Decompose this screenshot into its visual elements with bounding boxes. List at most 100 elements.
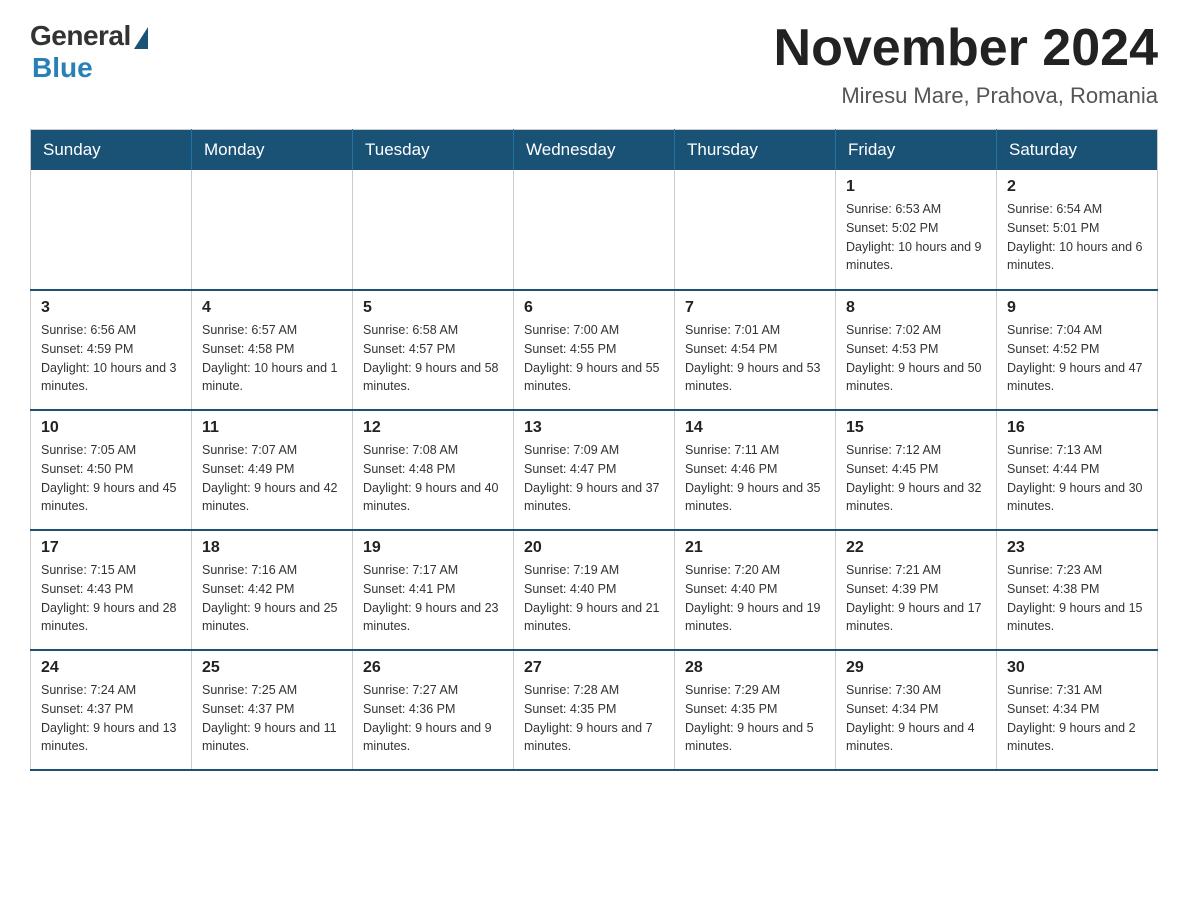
day-info: Sunrise: 6:54 AMSunset: 5:01 PMDaylight:… xyxy=(1007,200,1147,275)
day-info: Sunrise: 7:11 AMSunset: 4:46 PMDaylight:… xyxy=(685,441,825,516)
logo-triangle-icon xyxy=(134,27,148,49)
calendar-cell: 10 Sunrise: 7:05 AMSunset: 4:50 PMDayligh… xyxy=(31,410,192,530)
calendar-table: SundayMondayTuesdayWednesdayThursdayFrid… xyxy=(30,129,1158,771)
calendar-cell: 2 Sunrise: 6:54 AMSunset: 5:01 PMDaylight… xyxy=(997,170,1158,290)
day-info: Sunrise: 7:07 AMSunset: 4:49 PMDaylight:… xyxy=(202,441,342,516)
day-number: 4 xyxy=(202,299,342,317)
calendar-cell: 26Sunrise: 7:27 AMSunset: 4:36 PMDayligh… xyxy=(353,650,514,770)
day-number: 17 xyxy=(41,539,181,557)
calendar-cell: 19 Sunrise: 7:17 AMSunset: 4:41 PMDayligh… xyxy=(353,530,514,650)
day-info: Sunrise: 7:25 AMSunset: 4:37 PMDaylight:… xyxy=(202,681,342,756)
calendar-header-wednesday: Wednesday xyxy=(514,130,675,171)
calendar-header-friday: Friday xyxy=(836,130,997,171)
calendar-cell: 14Sunrise: 7:11 AMSunset: 4:46 PMDayligh… xyxy=(675,410,836,530)
day-info: Sunrise: 7:19 AMSunset: 4:40 PMDaylight:… xyxy=(524,561,664,636)
day-number: 22 xyxy=(846,539,986,557)
day-number: 6 xyxy=(524,299,664,317)
month-title: November 2024 xyxy=(774,20,1158,77)
calendar-cell: 25Sunrise: 7:25 AMSunset: 4:37 PMDayligh… xyxy=(192,650,353,770)
logo: General Blue xyxy=(30,20,148,84)
day-number: 13 xyxy=(524,419,664,437)
day-info: Sunrise: 7:16 AMSunset: 4:42 PMDaylight:… xyxy=(202,561,342,636)
calendar-cell: 9 Sunrise: 7:04 AMSunset: 4:52 PMDaylight… xyxy=(997,290,1158,410)
logo-top: General xyxy=(30,20,148,52)
calendar-header-saturday: Saturday xyxy=(997,130,1158,171)
day-info: Sunrise: 6:58 AMSunset: 4:57 PMDaylight:… xyxy=(363,321,503,396)
calendar-header-thursday: Thursday xyxy=(675,130,836,171)
calendar-cell: 17Sunrise: 7:15 AMSunset: 4:43 PMDayligh… xyxy=(31,530,192,650)
day-number: 3 xyxy=(41,299,181,317)
day-number: 29 xyxy=(846,659,986,677)
calendar-cell: 27 Sunrise: 7:28 AMSunset: 4:35 PMDayligh… xyxy=(514,650,675,770)
calendar-header-row: SundayMondayTuesdayWednesdayThursdayFrid… xyxy=(31,130,1158,171)
day-number: 24 xyxy=(41,659,181,677)
day-number: 9 xyxy=(1007,299,1147,317)
calendar-cell: 18 Sunrise: 7:16 AMSunset: 4:42 PMDayligh… xyxy=(192,530,353,650)
day-info: Sunrise: 7:21 AMSunset: 4:39 PMDaylight:… xyxy=(846,561,986,636)
calendar-cell xyxy=(675,170,836,290)
day-number: 11 xyxy=(202,419,342,437)
day-info: Sunrise: 7:28 AMSunset: 4:35 PMDaylight:… xyxy=(524,681,664,756)
calendar-cell: 29 Sunrise: 7:30 AMSunset: 4:34 PMDayligh… xyxy=(836,650,997,770)
calendar-cell: 4 Sunrise: 6:57 AMSunset: 4:58 PMDaylight… xyxy=(192,290,353,410)
day-number: 27 xyxy=(524,659,664,677)
header: General Blue November 2024 Miresu Mare, … xyxy=(30,20,1158,109)
calendar-cell: 13Sunrise: 7:09 AMSunset: 4:47 PMDayligh… xyxy=(514,410,675,530)
day-number: 15 xyxy=(846,419,986,437)
calendar-cell: 1 Sunrise: 6:53 AMSunset: 5:02 PMDaylight… xyxy=(836,170,997,290)
day-info: Sunrise: 7:30 AMSunset: 4:34 PMDaylight:… xyxy=(846,681,986,756)
day-info: Sunrise: 6:56 AMSunset: 4:59 PMDaylight:… xyxy=(41,321,181,396)
calendar-cell: 20 Sunrise: 7:19 AMSunset: 4:40 PMDayligh… xyxy=(514,530,675,650)
day-info: Sunrise: 7:20 AMSunset: 4:40 PMDaylight:… xyxy=(685,561,825,636)
day-number: 23 xyxy=(1007,539,1147,557)
calendar-header-sunday: Sunday xyxy=(31,130,192,171)
calendar-cell: 6 Sunrise: 7:00 AMSunset: 4:55 PMDaylight… xyxy=(514,290,675,410)
calendar-cell: 12Sunrise: 7:08 AMSunset: 4:48 PMDayligh… xyxy=(353,410,514,530)
calendar-week-row: 24 Sunrise: 7:24 AMSunset: 4:37 PMDayligh… xyxy=(31,650,1158,770)
calendar-cell: 21Sunrise: 7:20 AMSunset: 4:40 PMDayligh… xyxy=(675,530,836,650)
day-number: 19 xyxy=(363,539,503,557)
day-info: Sunrise: 7:02 AMSunset: 4:53 PMDaylight:… xyxy=(846,321,986,396)
day-number: 1 xyxy=(846,178,986,196)
title-area: November 2024 Miresu Mare, Prahova, Roma… xyxy=(774,20,1158,109)
calendar-cell xyxy=(353,170,514,290)
calendar-week-row: 10 Sunrise: 7:05 AMSunset: 4:50 PMDayligh… xyxy=(31,410,1158,530)
day-number: 7 xyxy=(685,299,825,317)
day-info: Sunrise: 6:53 AMSunset: 5:02 PMDaylight:… xyxy=(846,200,986,275)
calendar-header-monday: Monday xyxy=(192,130,353,171)
calendar-week-row: 3 Sunrise: 6:56 AMSunset: 4:59 PMDaylight… xyxy=(31,290,1158,410)
calendar-cell: 8Sunrise: 7:02 AMSunset: 4:53 PMDaylight… xyxy=(836,290,997,410)
day-number: 20 xyxy=(524,539,664,557)
day-info: Sunrise: 7:29 AMSunset: 4:35 PMDaylight:… xyxy=(685,681,825,756)
calendar-cell xyxy=(31,170,192,290)
day-number: 30 xyxy=(1007,659,1147,677)
day-info: Sunrise: 7:01 AMSunset: 4:54 PMDaylight:… xyxy=(685,321,825,396)
calendar-cell: 15Sunrise: 7:12 AMSunset: 4:45 PMDayligh… xyxy=(836,410,997,530)
day-number: 10 xyxy=(41,419,181,437)
day-number: 18 xyxy=(202,539,342,557)
calendar-cell: 24 Sunrise: 7:24 AMSunset: 4:37 PMDayligh… xyxy=(31,650,192,770)
day-number: 16 xyxy=(1007,419,1147,437)
location-subtitle: Miresu Mare, Prahova, Romania xyxy=(774,83,1158,109)
calendar-cell: 7 Sunrise: 7:01 AMSunset: 4:54 PMDaylight… xyxy=(675,290,836,410)
calendar-cell: 3 Sunrise: 6:56 AMSunset: 4:59 PMDaylight… xyxy=(31,290,192,410)
day-info: Sunrise: 7:24 AMSunset: 4:37 PMDaylight:… xyxy=(41,681,181,756)
calendar-cell: 5 Sunrise: 6:58 AMSunset: 4:57 PMDaylight… xyxy=(353,290,514,410)
calendar-cell: 28 Sunrise: 7:29 AMSunset: 4:35 PMDayligh… xyxy=(675,650,836,770)
calendar-cell: 23Sunrise: 7:23 AMSunset: 4:38 PMDayligh… xyxy=(997,530,1158,650)
day-info: Sunrise: 6:57 AMSunset: 4:58 PMDaylight:… xyxy=(202,321,342,396)
day-number: 12 xyxy=(363,419,503,437)
calendar-week-row: 1 Sunrise: 6:53 AMSunset: 5:02 PMDaylight… xyxy=(31,170,1158,290)
calendar-week-row: 17Sunrise: 7:15 AMSunset: 4:43 PMDayligh… xyxy=(31,530,1158,650)
day-number: 28 xyxy=(685,659,825,677)
day-info: Sunrise: 7:04 AMSunset: 4:52 PMDaylight:… xyxy=(1007,321,1147,396)
day-number: 26 xyxy=(363,659,503,677)
calendar-cell xyxy=(192,170,353,290)
day-info: Sunrise: 7:05 AMSunset: 4:50 PMDaylight:… xyxy=(41,441,181,516)
day-info: Sunrise: 7:17 AMSunset: 4:41 PMDaylight:… xyxy=(363,561,503,636)
day-info: Sunrise: 7:00 AMSunset: 4:55 PMDaylight:… xyxy=(524,321,664,396)
calendar-cell xyxy=(514,170,675,290)
day-number: 2 xyxy=(1007,178,1147,196)
calendar-cell: 16Sunrise: 7:13 AMSunset: 4:44 PMDayligh… xyxy=(997,410,1158,530)
day-number: 5 xyxy=(363,299,503,317)
